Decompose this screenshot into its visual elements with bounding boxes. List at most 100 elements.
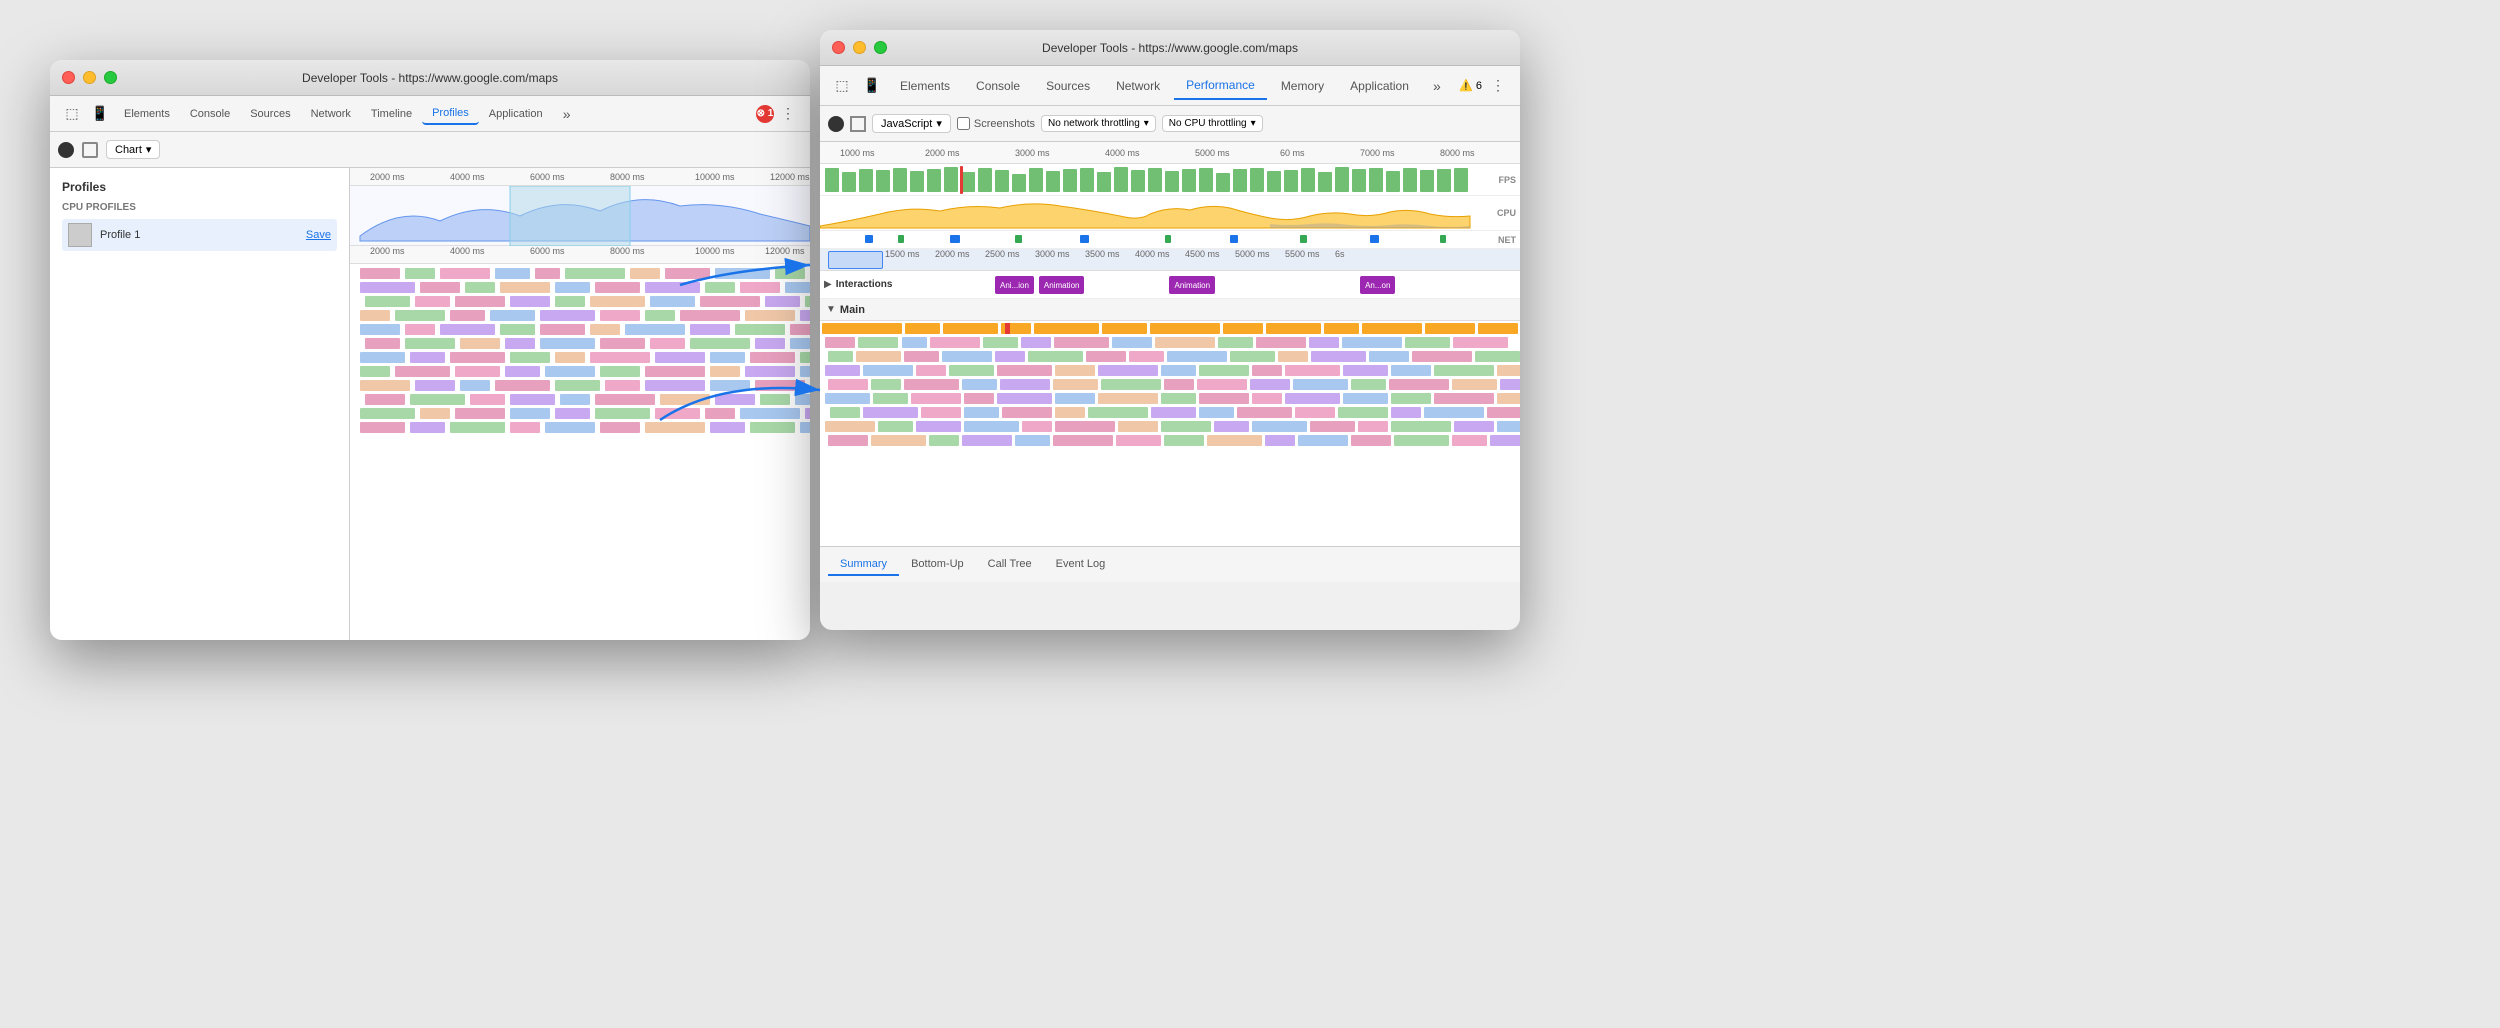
inspect-icon-right[interactable]: ⬚ bbox=[828, 72, 856, 100]
minimize-button-left[interactable] bbox=[83, 71, 96, 84]
cpu-throttle-selector[interactable]: No CPU throttling ▾ bbox=[1162, 115, 1263, 132]
cpu-chart-svg bbox=[820, 196, 1480, 231]
inspect-icon[interactable]: ⬚ bbox=[58, 100, 86, 128]
ruler2-6s: 6s bbox=[1335, 249, 1345, 259]
chart-dropdown-icon: ▾ bbox=[146, 143, 152, 156]
tab-profiles[interactable]: Profiles bbox=[422, 103, 479, 125]
profiles-content: Profiles CPU PROFILES Profile 1 Save 200… bbox=[50, 168, 810, 640]
tab-performance-right[interactable]: Performance bbox=[1174, 72, 1267, 100]
tab-memory-right[interactable]: Memory bbox=[1269, 73, 1336, 99]
error-badge: ⊗ 1 bbox=[756, 105, 774, 123]
titlebar-right: Developer Tools - https://www.google.com… bbox=[820, 30, 1520, 66]
perf-bottom-tabs: Summary Bottom-Up Call Tree Event Log bbox=[820, 546, 1520, 582]
tick-12000: 12000 ms bbox=[770, 172, 810, 182]
tab-summary[interactable]: Summary bbox=[828, 554, 899, 576]
nav-tabs-left: ⬚ 📱 Elements Console Sources Network Tim… bbox=[50, 96, 810, 132]
profile-item[interactable]: Profile 1 Save bbox=[62, 219, 337, 251]
tab-call-tree[interactable]: Call Tree bbox=[976, 554, 1044, 576]
ruler2-4000: 4000 ms bbox=[1135, 249, 1170, 259]
tab-network[interactable]: Network bbox=[301, 104, 361, 124]
tab-event-log[interactable]: Event Log bbox=[1044, 554, 1118, 576]
selection-box[interactable] bbox=[828, 251, 883, 269]
js-selector[interactable]: JavaScript ▾ bbox=[872, 114, 951, 133]
profile-icon bbox=[68, 223, 92, 247]
main-flame-chart bbox=[820, 321, 1520, 546]
screenshots-label: Screenshots bbox=[974, 118, 1035, 130]
tab-network-right[interactable]: Network bbox=[1104, 73, 1172, 99]
error-count: ⊗ 1 bbox=[757, 108, 774, 119]
profiles-devtools-window: Developer Tools - https://www.google.com… bbox=[50, 60, 810, 640]
stop-button-right[interactable] bbox=[850, 116, 866, 132]
main-label-row: ▼ Main bbox=[820, 299, 1520, 321]
main-expand-arrow[interactable]: ▼ bbox=[826, 304, 836, 315]
ruler1-3000: 3000 ms bbox=[1015, 148, 1050, 158]
minimize-button-right[interactable] bbox=[853, 41, 866, 54]
perf-ruler1: 1000 ms 2000 ms 3000 ms 4000 ms 5000 ms … bbox=[820, 142, 1520, 164]
record-button-right[interactable] bbox=[828, 116, 844, 132]
tab-application[interactable]: Application bbox=[479, 104, 553, 124]
tab-timeline[interactable]: Timeline bbox=[361, 104, 422, 124]
more-menu-icon[interactable]: ⋮ bbox=[774, 100, 802, 128]
tab-elements[interactable]: Elements bbox=[114, 104, 180, 124]
interactions-row: ▶ Interactions Ani...ion Animation Anima… bbox=[820, 271, 1520, 299]
profile-overview bbox=[350, 186, 810, 246]
profiles-toolbar: Chart ▾ bbox=[50, 132, 810, 168]
maximize-button-left[interactable] bbox=[104, 71, 117, 84]
titlebar-left: Developer Tools - https://www.google.com… bbox=[50, 60, 810, 96]
js-label: JavaScript bbox=[881, 118, 932, 130]
ruler1-60ms: 60 ms bbox=[1280, 148, 1305, 158]
interactions-expand-arrow[interactable]: ▶ bbox=[824, 279, 832, 290]
cpu-label: CPU bbox=[1497, 208, 1516, 218]
interactions-label: Interactions bbox=[836, 279, 893, 290]
more-tabs-icon[interactable]: » bbox=[553, 100, 581, 128]
screenshots-checkbox[interactable] bbox=[957, 117, 970, 130]
tab-elements-right[interactable]: Elements bbox=[888, 73, 962, 99]
cpu-row: CPU bbox=[820, 196, 1520, 231]
cpu-profiles-label: CPU PROFILES bbox=[62, 202, 337, 213]
perf-ruler2: 1500 ms 2000 ms 2500 ms 3000 ms 3500 ms … bbox=[820, 249, 1520, 271]
more-tabs-icon-right[interactable]: » bbox=[1423, 72, 1451, 100]
ruler2-5500: 5500 ms bbox=[1285, 249, 1320, 259]
profile-name: Profile 1 bbox=[100, 229, 298, 241]
record-button[interactable] bbox=[58, 142, 74, 158]
tab-console[interactable]: Console bbox=[180, 104, 240, 124]
network-throttle-selector[interactable]: No network throttling ▾ bbox=[1041, 115, 1156, 132]
traffic-lights-right bbox=[832, 41, 887, 54]
close-button-left[interactable] bbox=[62, 71, 75, 84]
tab-bottom-up[interactable]: Bottom-Up bbox=[899, 554, 976, 576]
tab-sources[interactable]: Sources bbox=[240, 104, 300, 124]
tick2-2000: 2000 ms bbox=[370, 246, 405, 256]
warnings-badge: ⚠️ 6 bbox=[1459, 79, 1482, 92]
tick2-10000: 10000 ms bbox=[695, 246, 735, 256]
ruler1-4000: 4000 ms bbox=[1105, 148, 1140, 158]
tab-application-right[interactable]: Application bbox=[1338, 73, 1421, 99]
animation-block-3: Animation bbox=[1169, 276, 1215, 294]
tick-6000: 6000 ms bbox=[530, 172, 565, 182]
tab-sources-right[interactable]: Sources bbox=[1034, 73, 1102, 99]
ruler1-1000: 1000 ms bbox=[840, 148, 875, 158]
maximize-button-right[interactable] bbox=[874, 41, 887, 54]
chart-area: 2000 ms 4000 ms 6000 ms 8000 ms 10000 ms… bbox=[350, 168, 810, 640]
device-icon[interactable]: 📱 bbox=[86, 100, 114, 128]
chart-selector[interactable]: Chart ▾ bbox=[106, 140, 160, 159]
profiles-title: Profiles bbox=[62, 180, 337, 194]
network-throttle-icon: ▾ bbox=[1144, 118, 1149, 129]
close-button-right[interactable] bbox=[832, 41, 845, 54]
tab-console-right[interactable]: Console bbox=[964, 73, 1032, 99]
cpu-throttle-label: No CPU throttling bbox=[1169, 118, 1247, 129]
animation-block-4: An...on bbox=[1360, 276, 1395, 294]
net-chart-svg bbox=[820, 231, 1480, 249]
device-icon-right[interactable]: 📱 bbox=[858, 72, 886, 100]
main-flame-svg bbox=[820, 321, 1520, 546]
tick2-12000: 12000 ms bbox=[765, 246, 805, 256]
more-menu-icon-right[interactable]: ⋮ bbox=[1484, 72, 1512, 100]
stop-button[interactable] bbox=[82, 142, 98, 158]
chart-ruler2: 2000 ms 4000 ms 6000 ms 8000 ms 10000 ms… bbox=[350, 246, 810, 264]
overview-svg bbox=[350, 186, 810, 246]
animation-block-2: Animation bbox=[1039, 276, 1085, 294]
screenshots-checkbox-area[interactable]: Screenshots bbox=[957, 117, 1035, 130]
main-section-label: Main bbox=[840, 304, 865, 316]
save-link[interactable]: Save bbox=[306, 229, 331, 241]
tick-10000: 10000 ms bbox=[695, 172, 735, 182]
ruler2-1500: 1500 ms bbox=[885, 249, 920, 259]
